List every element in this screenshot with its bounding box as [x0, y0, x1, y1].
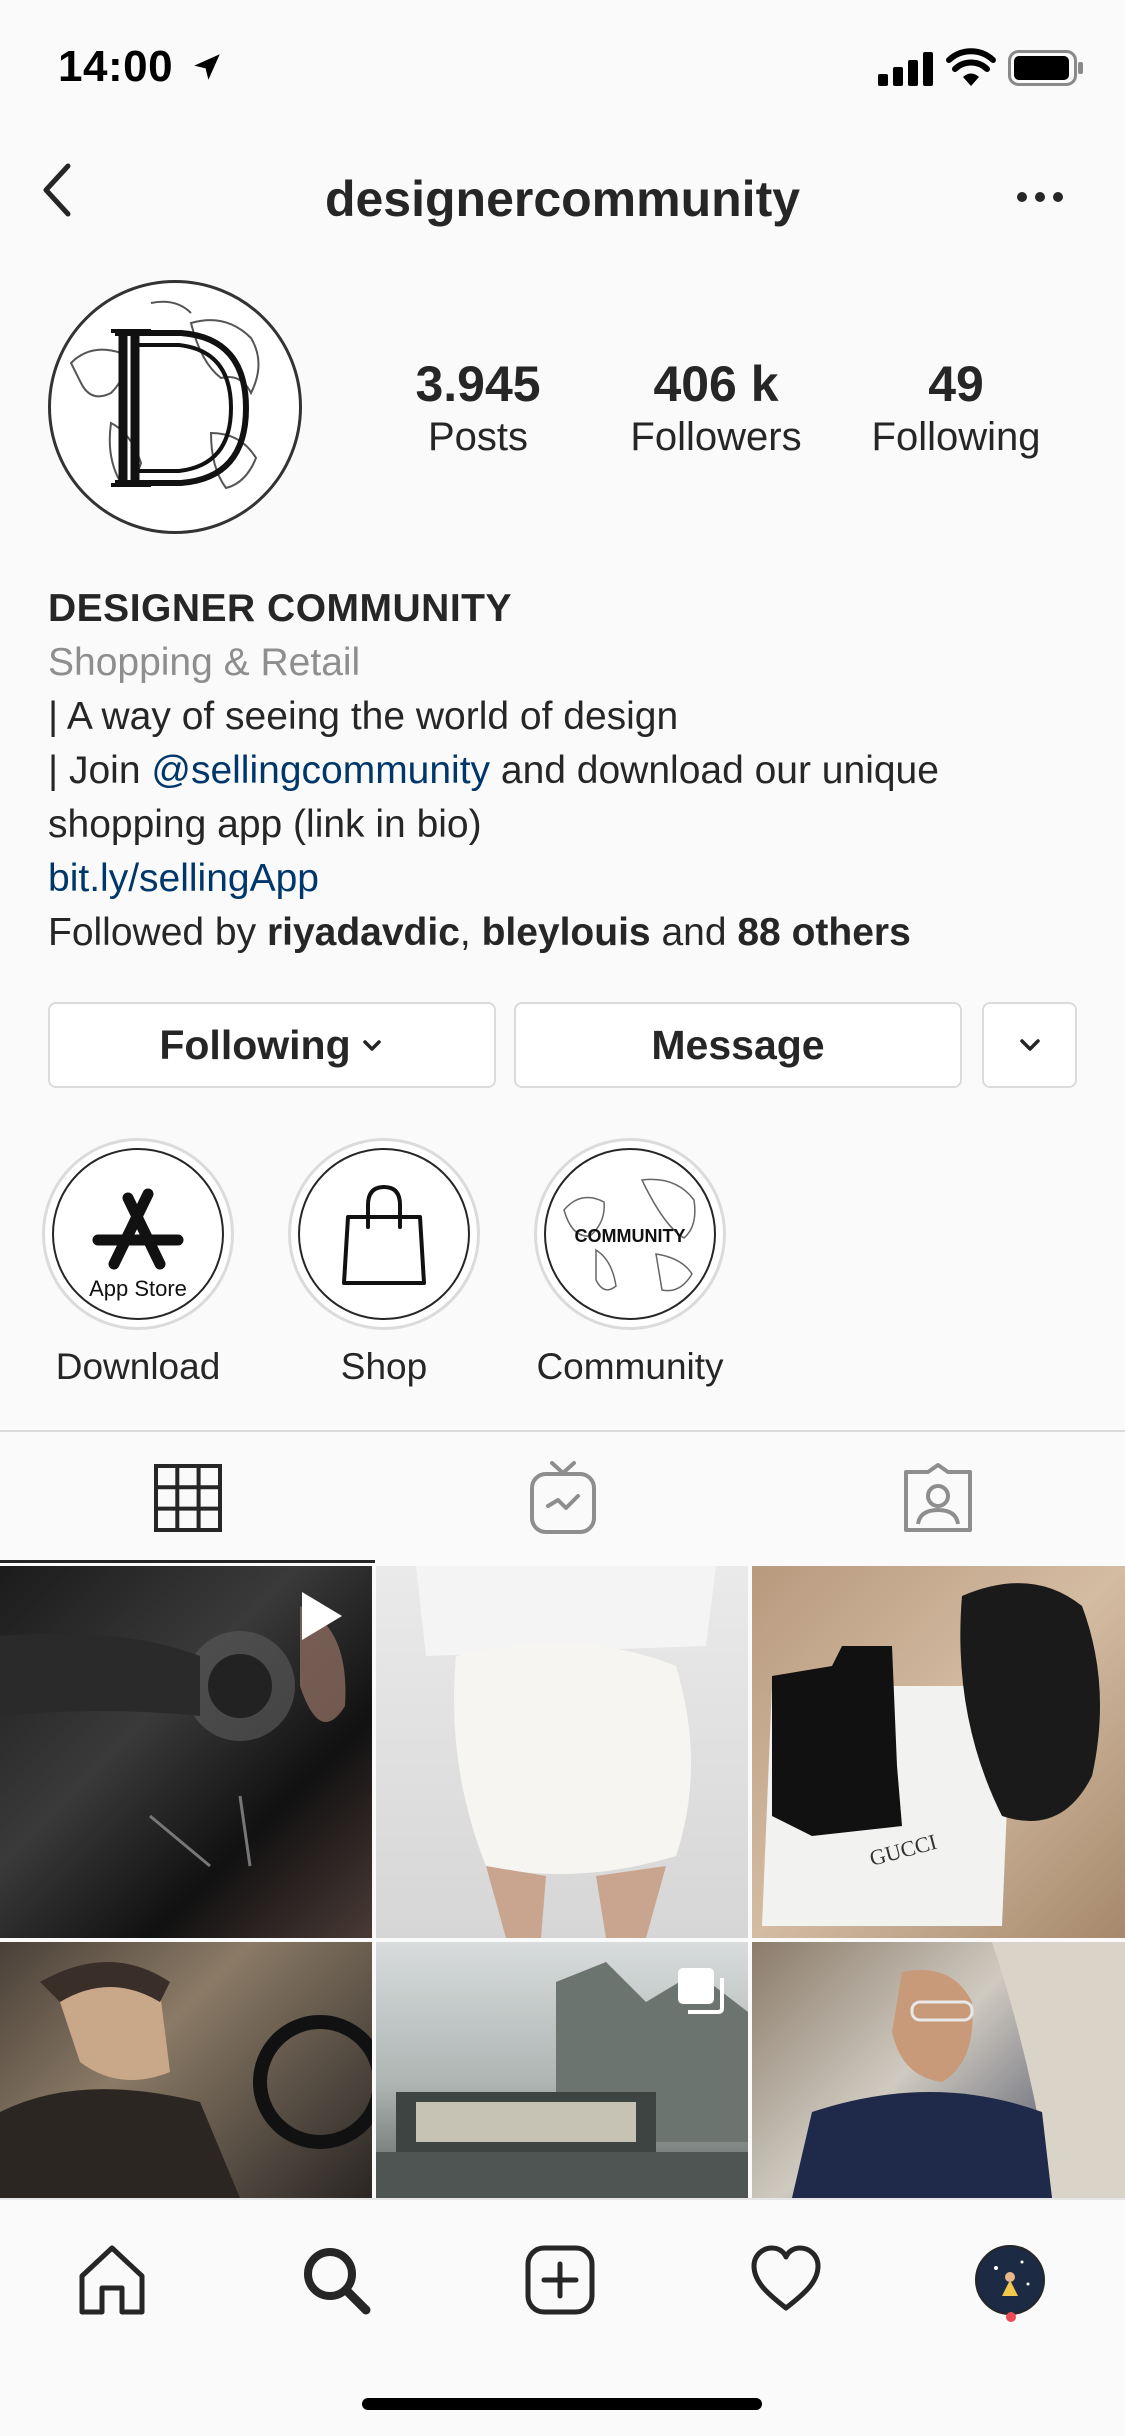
- post-thumbnail[interactable]: [0, 1942, 372, 2198]
- profile-avatar-icon: [975, 2245, 1045, 2315]
- wifi-icon: [946, 48, 996, 86]
- bio-line-2-prefix: | Join: [48, 749, 152, 792]
- post-image: GUCCI: [762, 1583, 1100, 1926]
- chevron-down-icon: [362, 1040, 381, 1051]
- tagged-icon: [903, 1463, 972, 1532]
- igtv-icon: [529, 1461, 596, 1534]
- notification-dot: [1006, 2312, 1016, 2322]
- post-thumbnail[interactable]: [376, 1566, 748, 1938]
- following-button-label: Following: [159, 1021, 351, 1068]
- tab-igtv[interactable]: [375, 1432, 750, 1564]
- post-thumbnail[interactable]: [752, 1942, 1125, 2198]
- video-play-icon: [302, 1592, 342, 1640]
- add-icon: [525, 2245, 595, 2315]
- post-image: [416, 1566, 716, 1938]
- post-thumbnail[interactable]: [0, 1566, 372, 1938]
- following-label: Following: [871, 415, 1041, 459]
- nav-activity[interactable]: [736, 2230, 836, 2330]
- highlight-ring: [288, 1138, 480, 1330]
- following-button[interactable]: Following: [48, 1002, 496, 1088]
- bio-line-2: | Join @sellingcommunity and download ou…: [48, 744, 939, 798]
- post-thumbnail[interactable]: [376, 1942, 748, 2198]
- highlight-ring: App Store: [42, 1138, 234, 1330]
- highlight-cover: COMMUNITY: [544, 1148, 716, 1320]
- search-icon: [304, 2248, 371, 2315]
- highlight-shop[interactable]: Shop: [288, 1138, 480, 1388]
- globe-d-logo-icon: [69, 300, 260, 490]
- following-count: 49: [928, 356, 984, 412]
- chevron-down-icon: [1019, 1039, 1040, 1051]
- community-cover-text: COMMUNITY: [575, 1226, 686, 1246]
- active-tab-indicator: [0, 1560, 375, 1563]
- posts-label: Posts: [427, 415, 529, 459]
- location-arrow-icon: [194, 54, 220, 80]
- highlight-label: Download: [55, 1346, 221, 1387]
- post-image: [0, 1962, 372, 2198]
- globe-icon: COMMUNITY: [563, 1178, 696, 1292]
- followers-label: Followers: [630, 415, 802, 459]
- followed-user-2[interactable]: bleylouis: [482, 911, 651, 954]
- following-stat[interactable]: 49 Following: [846, 356, 1066, 462]
- followers-stat[interactable]: 406 k Followers: [606, 356, 826, 462]
- app-store-text: App Store: [89, 1276, 187, 1301]
- posts-count: 3.945: [415, 356, 541, 412]
- message-button-label: Message: [651, 1021, 825, 1068]
- followed-and: and: [650, 911, 738, 954]
- bio-mention-link[interactable]: @sellingcommunity: [151, 749, 490, 792]
- battery-icon: [1008, 50, 1083, 86]
- highlight-label: Community: [536, 1346, 724, 1387]
- bio-line-1: | A way of seeing the world of design: [48, 695, 679, 738]
- signal-icon: [878, 52, 933, 86]
- highlight-cover: App Store: [52, 1148, 224, 1320]
- post-thumbnail[interactable]: GUCCI: [752, 1566, 1125, 1938]
- suggested-dropdown-button[interactable]: [982, 1002, 1077, 1088]
- profile-category: Shopping & Retail: [48, 641, 361, 684]
- followers-count: 406 k: [653, 356, 779, 412]
- nav-new-post[interactable]: [510, 2230, 610, 2330]
- nav-home[interactable]: [62, 2230, 162, 2330]
- post-image: [792, 1942, 1125, 2198]
- nav-search[interactable]: [286, 2230, 386, 2330]
- bio-website-link[interactable]: bit.ly/sellingApp: [48, 852, 319, 906]
- shopping-bag-icon: [342, 1184, 426, 1285]
- followed-by-text[interactable]: Followed by riyadavdic, bleylouis and 88…: [48, 906, 911, 960]
- highlight-download[interactable]: App Store Download: [42, 1138, 234, 1388]
- home-indicator[interactable]: [362, 2398, 762, 2410]
- grid-icon: [153, 1464, 222, 1532]
- app-store-icon: App Store: [89, 1188, 187, 1301]
- status-time: 14:00: [58, 42, 174, 91]
- followed-prefix: Followed by: [48, 911, 267, 954]
- profile-username: designercommunity: [324, 171, 801, 227]
- followed-others[interactable]: 88 others: [737, 911, 910, 954]
- home-icon: [79, 2245, 145, 2315]
- more-options-icon[interactable]: [1016, 190, 1064, 204]
- tab-grid[interactable]: [0, 1432, 375, 1564]
- heart-icon: [751, 2245, 821, 2311]
- followed-separator: ,: [459, 911, 482, 954]
- bio-line-2-suffix: and download our unique: [490, 749, 939, 792]
- profile-avatar[interactable]: [48, 280, 302, 534]
- posts-stat[interactable]: 3.945 Posts: [368, 356, 588, 462]
- profile-display-name: DESIGNER COMMUNITY: [48, 587, 513, 630]
- highlight-ring: COMMUNITY: [534, 1138, 726, 1330]
- message-button[interactable]: Message: [514, 1002, 962, 1088]
- carousel-icon: [678, 1968, 724, 2014]
- highlight-label: Shop: [340, 1346, 428, 1387]
- highlight-cover: [298, 1148, 470, 1320]
- tab-tagged[interactable]: [750, 1432, 1125, 1564]
- followed-user-1[interactable]: riyadavdic: [267, 911, 460, 954]
- bio-line-3: shopping app (link in bio): [48, 803, 482, 846]
- highlight-community[interactable]: COMMUNITY Community: [534, 1138, 726, 1388]
